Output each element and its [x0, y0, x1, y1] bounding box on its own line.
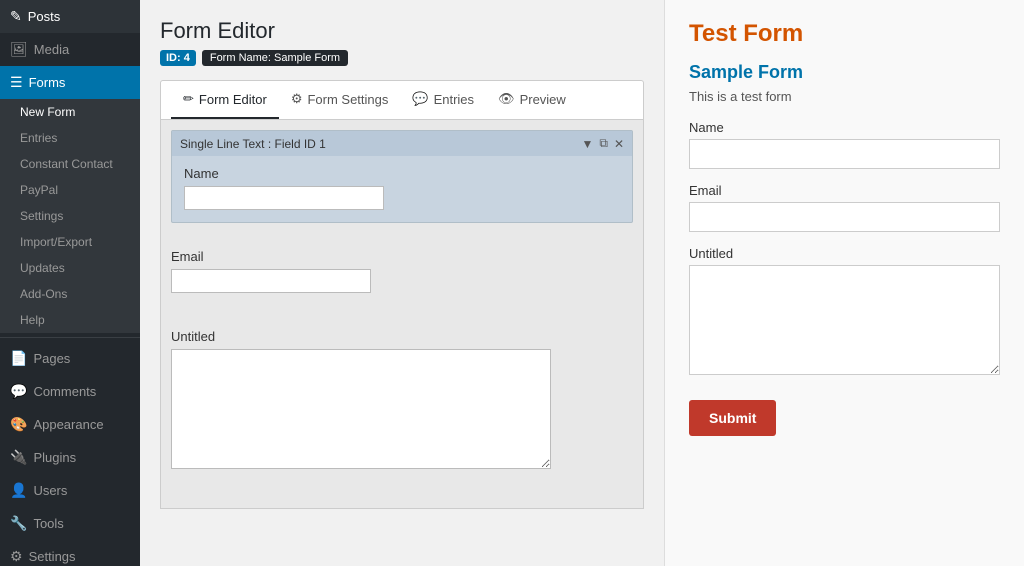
sidebar-item-plugins-label: Plugins	[33, 450, 76, 465]
tab-preview[interactable]: 👁 Preview	[486, 81, 578, 119]
preview-textarea-untitled[interactable]	[689, 265, 1000, 375]
preview-description: This is a test form	[689, 89, 1000, 104]
submenu-item-help[interactable]: Help	[0, 307, 140, 333]
title-badges: ID: 4 Form Name: Sample Form	[160, 50, 644, 66]
field-dropdown-icon[interactable]: ▼	[581, 137, 593, 151]
tab-form-editor-label: Form Editor	[199, 92, 267, 107]
field-block-name: Single Line Text : Field ID 1 ▼ ⧉ ✕ Name	[171, 130, 633, 223]
sidebar-item-bottom-settings[interactable]: ⚙ Settings	[0, 540, 140, 566]
sidebar-item-pages[interactable]: 📄 Pages	[0, 342, 140, 375]
plugins-icon: 🔌	[10, 449, 27, 466]
form-editor-panel: Form Editor ID: 4 Form Name: Sample Form…	[140, 0, 664, 566]
sidebar-item-appearance-label: Appearance	[33, 417, 103, 432]
comments-icon: 💬	[10, 383, 27, 400]
submenu-item-new-form[interactable]: New Form	[0, 99, 140, 125]
tab-entries-label: Entries	[434, 92, 474, 107]
preview-input-name[interactable]	[689, 139, 1000, 169]
form-settings-icon: ⚙	[291, 91, 303, 107]
badge-id: ID: 4	[160, 50, 196, 66]
forms-icon: ☰	[10, 74, 23, 91]
tab-form-settings-label: Form Settings	[307, 92, 388, 107]
preview-label-name: Name	[689, 120, 1000, 135]
field-delete-icon[interactable]: ✕	[614, 137, 624, 151]
preview-icon: 👁	[498, 91, 515, 107]
field-block-actions: ▼ ⧉ ✕	[581, 136, 624, 151]
entries-icon: 💬	[412, 91, 428, 107]
pages-icon: 📄	[10, 350, 27, 367]
preview-field-untitled: Untitled	[689, 246, 1000, 378]
preview-label-email: Email	[689, 183, 1000, 198]
content-area: Form Editor ID: 4 Form Name: Sample Form…	[140, 0, 1024, 566]
field-email-label: Email	[171, 249, 633, 264]
sidebar-item-tools-label: Tools	[33, 516, 63, 531]
sidebar-item-users-label: Users	[33, 483, 67, 498]
sidebar-item-forms-label: Forms	[29, 75, 66, 90]
field-untitled-textarea[interactable]	[171, 349, 551, 469]
standalone-field-untitled: Untitled	[171, 319, 633, 482]
preview-label-untitled: Untitled	[689, 246, 1000, 261]
submenu-item-settings[interactable]: Settings	[0, 203, 140, 229]
appearance-icon: 🎨	[10, 416, 27, 433]
page-title: Form Editor	[160, 18, 644, 44]
sidebar-item-comments-label: Comments	[33, 384, 96, 399]
field-block-header: Single Line Text : Field ID 1 ▼ ⧉ ✕	[172, 131, 632, 156]
preview-title: Test Form	[689, 20, 1000, 48]
sidebar-item-comments[interactable]: 💬 Comments	[0, 375, 140, 408]
sidebar-item-tools[interactable]: 🔧 Tools	[0, 507, 140, 540]
field-untitled-label: Untitled	[171, 329, 633, 344]
forms-submenu: New Form Entries Constant Contact PayPal…	[0, 99, 140, 333]
sidebar-item-posts[interactable]: ✎ Posts	[0, 0, 140, 33]
preview-submit-button[interactable]: Submit	[689, 400, 776, 436]
main-content: Form Editor ID: 4 Form Name: Sample Form…	[140, 0, 1024, 566]
preview-input-email[interactable]	[689, 202, 1000, 232]
submenu-item-import-export[interactable]: Import/Export	[0, 229, 140, 255]
preview-form-title: Sample Form	[689, 62, 1000, 83]
tab-preview-label: Preview	[520, 92, 566, 107]
submenu-item-add-ons[interactable]: Add-Ons	[0, 281, 140, 307]
users-icon: 👤	[10, 482, 27, 499]
sidebar-divider	[0, 337, 140, 338]
badge-name: Form Name: Sample Form	[202, 50, 348, 66]
sidebar-item-users[interactable]: 👤 Users	[0, 474, 140, 507]
posts-icon: ✎	[10, 8, 22, 25]
sidebar-item-media-label: Media	[34, 42, 69, 57]
field-name-input[interactable]	[184, 186, 384, 210]
tab-form-settings[interactable]: ⚙ Form Settings	[279, 81, 401, 119]
tools-icon: 🔧	[10, 515, 27, 532]
field-block-title: Single Line Text : Field ID 1	[180, 137, 326, 151]
sidebar-item-appearance[interactable]: 🎨 Appearance	[0, 408, 140, 441]
sidebar-item-posts-label: Posts	[28, 9, 61, 24]
submenu-item-updates[interactable]: Updates	[0, 255, 140, 281]
submenu-item-entries[interactable]: Entries	[0, 125, 140, 151]
preview-panel: Test Form Sample Form This is a test for…	[664, 0, 1024, 566]
field-copy-icon[interactable]: ⧉	[599, 136, 608, 151]
sidebar-item-pages-label: Pages	[33, 351, 70, 366]
sidebar-item-bottom-settings-label: Settings	[29, 549, 76, 564]
tab-entries[interactable]: 💬 Entries	[400, 81, 486, 119]
submenu-item-constant-contact[interactable]: Constant Contact	[0, 151, 140, 177]
tab-form-editor[interactable]: ✏ Form Editor	[171, 81, 279, 119]
sidebar-item-forms[interactable]: ☰ Forms	[0, 66, 140, 99]
field-block-body: Name	[172, 156, 632, 222]
editor-body: Single Line Text : Field ID 1 ▼ ⧉ ✕ Name	[160, 119, 644, 509]
form-tabs: ✏ Form Editor ⚙ Form Settings 💬 Entries …	[160, 80, 644, 119]
preview-field-name: Name	[689, 120, 1000, 169]
preview-field-email: Email	[689, 183, 1000, 232]
field-name-label: Name	[184, 166, 620, 181]
media-icon: 🖼	[10, 41, 28, 58]
bottom-settings-icon: ⚙	[10, 548, 23, 565]
sidebar-item-media[interactable]: 🖼 Media	[0, 33, 140, 66]
standalone-field-email: Email	[171, 239, 633, 303]
field-email-input[interactable]	[171, 269, 371, 293]
sidebar: ✎ Posts 🖼 Media ☰ Forms New Form Entries…	[0, 0, 140, 566]
submenu-item-paypal[interactable]: PayPal	[0, 177, 140, 203]
form-editor-icon: ✏	[183, 91, 194, 107]
sidebar-item-plugins[interactable]: 🔌 Plugins	[0, 441, 140, 474]
